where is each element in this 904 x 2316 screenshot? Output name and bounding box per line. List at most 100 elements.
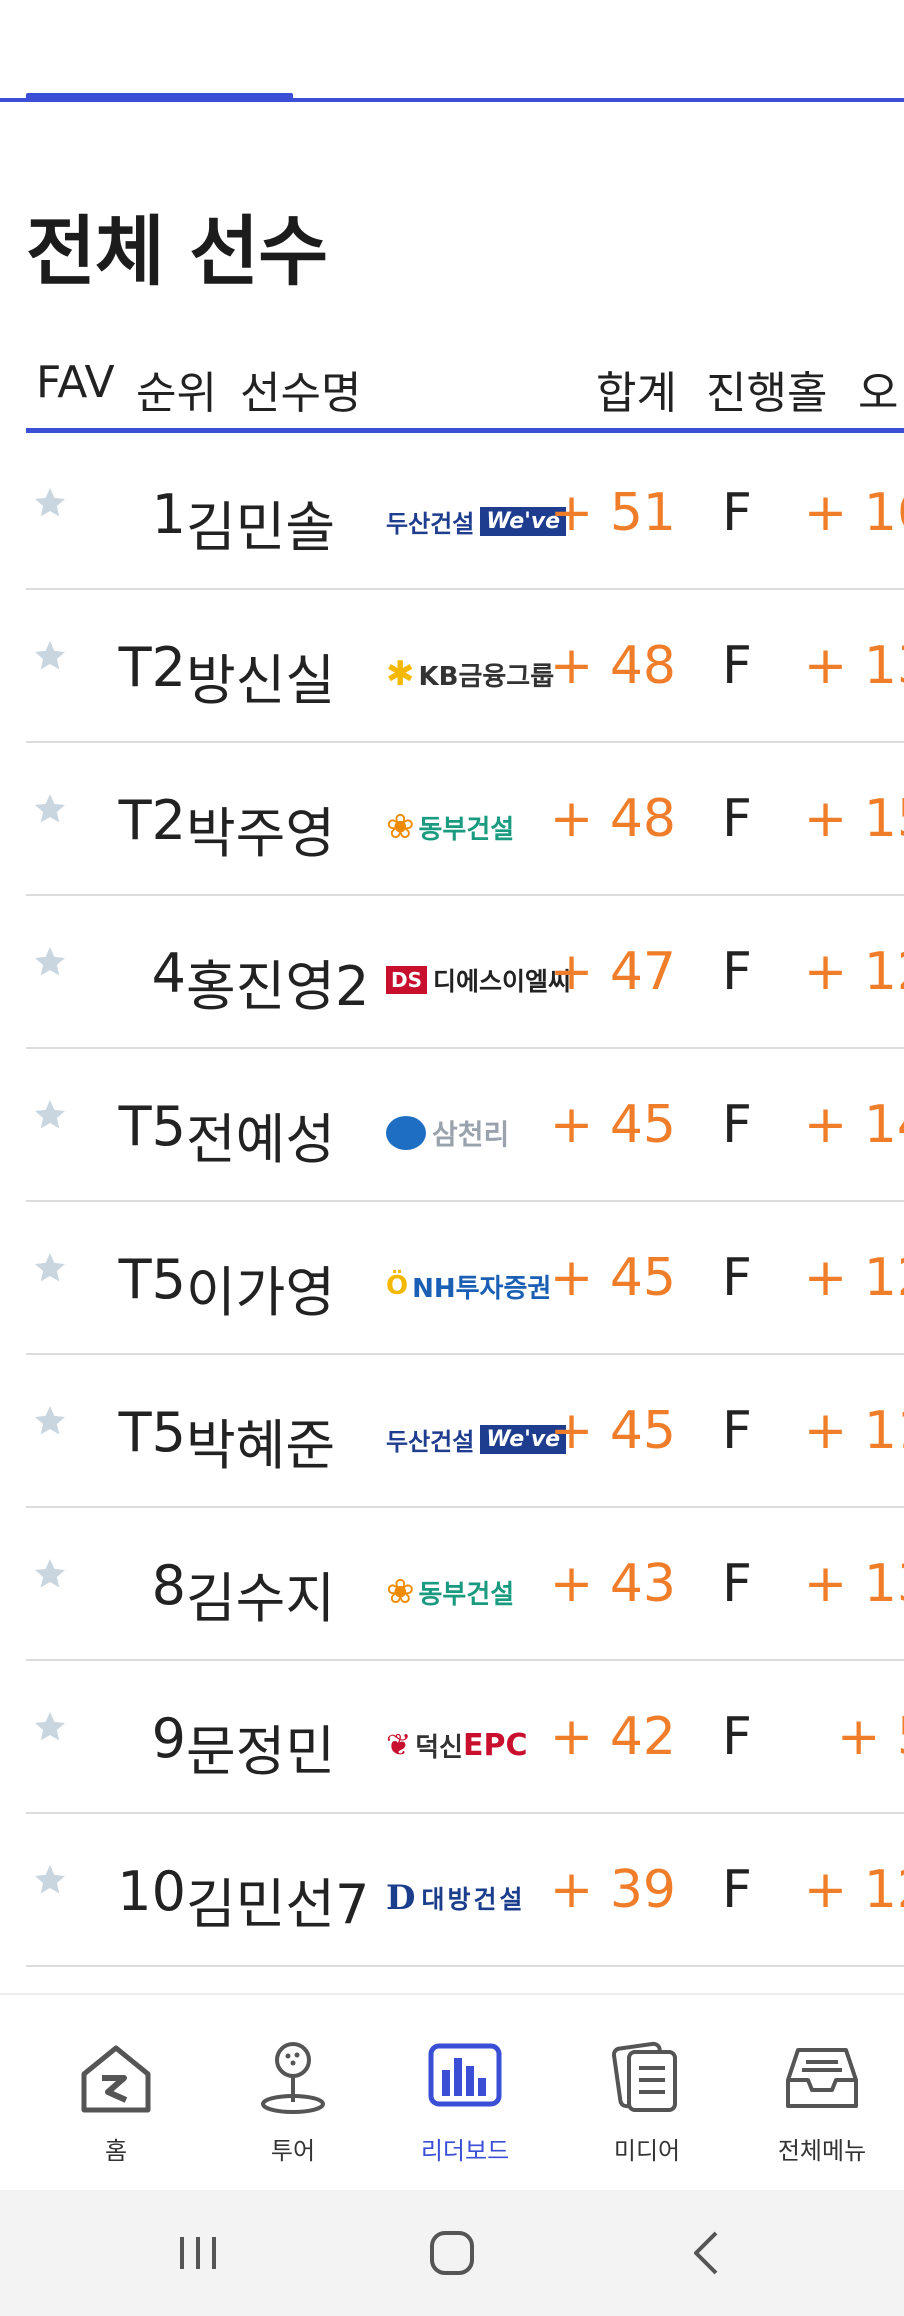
home-button-icon[interactable]	[422, 2223, 482, 2283]
leaderboard-header: FAV 순위 선수명 합계 진행홀 오	[26, 345, 904, 433]
today-score: + 16	[803, 483, 904, 543]
header-player: 선수명	[240, 368, 362, 419]
player-row[interactable]: 4 홍진영2 DS디에스이엘씨 + 47 F + 12	[26, 896, 904, 1049]
system-navigation-bar	[0, 2190, 904, 2316]
sponsor-logo-part: ✱	[386, 654, 415, 694]
player-rank: T5	[118, 1095, 186, 1158]
total-score: + 51	[549, 483, 676, 543]
header-rank: 순위	[136, 368, 217, 419]
player-row[interactable]: 9 문정민 ❦덕신EPC + 42 F + 5	[26, 1661, 904, 1814]
leaderboard-icon	[428, 2043, 502, 2107]
player-name[interactable]: 김민솔	[186, 483, 335, 562]
today-score: + 11	[803, 1401, 904, 1461]
header-total: 합계	[596, 368, 677, 419]
media-icon	[611, 2041, 677, 2112]
total-score: + 48	[549, 636, 676, 696]
top-tab-bar	[0, 0, 904, 104]
sponsor-logo-part: 두산건설	[386, 1427, 475, 1456]
today-score: + 5	[836, 1707, 904, 1767]
favorite-star-icon[interactable]	[32, 1403, 68, 1439]
nav-home[interactable]: 홈	[26, 1995, 206, 2192]
hole-progress: F	[722, 1707, 752, 1767]
hole-progress: F	[722, 942, 752, 1002]
player-name[interactable]: 박주영	[186, 789, 335, 868]
nav-leaderboard[interactable]: 리더보드	[375, 1995, 555, 2192]
today-score: + 14	[803, 1095, 904, 1155]
hole-progress: F	[722, 1860, 752, 1920]
player-row[interactable]: T5 이가영 ÖNH투자증권 + 45 F + 12	[26, 1202, 904, 1355]
player-name[interactable]: 전예성	[186, 1095, 335, 1174]
hole-progress: F	[722, 789, 752, 849]
sponsor-logo-part: 동부건설	[418, 1579, 515, 1610]
sponsor-logo-part	[386, 1116, 426, 1150]
sponsor-logo-part: EPC	[462, 1727, 528, 1763]
sponsor-logo-part: Ö	[386, 1271, 409, 1301]
player-row[interactable]: 1 김민솔 두산건설We've + 51 F + 16	[26, 437, 904, 590]
player-name[interactable]: 박혜준	[186, 1401, 335, 1480]
today-score: + 15	[803, 789, 904, 849]
today-score: + 12	[803, 1860, 904, 1920]
sponsor-logo-part: ❦	[386, 1727, 412, 1763]
sponsor-logo-part: KB금융그룹	[418, 661, 555, 692]
player-rank: T5	[118, 1248, 186, 1311]
favorite-star-icon[interactable]	[32, 791, 68, 827]
player-name[interactable]: 이가영	[186, 1248, 335, 1327]
favorite-star-icon[interactable]	[32, 1556, 68, 1592]
player-name[interactable]: 김민선7	[186, 1860, 369, 1939]
player-rank: 9	[151, 1707, 186, 1770]
sponsor-logo-part: 동부건설	[418, 814, 515, 845]
sponsor-logo-part: ❀	[386, 807, 415, 847]
sponsor-logo-part: DS	[386, 966, 428, 994]
header-fav: FAV	[36, 357, 115, 408]
player-row[interactable]: T5 박혜준 두산건설We've + 45 F + 11	[26, 1355, 904, 1508]
hole-progress: F	[722, 1248, 752, 1308]
player-name[interactable]: 문정민	[186, 1707, 335, 1786]
nav-media-label: 미디어	[613, 2137, 681, 2165]
sponsor-logo-part: D	[386, 1878, 416, 1918]
player-name[interactable]: 홍진영2	[186, 942, 369, 1021]
favorite-star-icon[interactable]	[32, 1862, 68, 1898]
recent-apps-icon[interactable]	[168, 2223, 228, 2283]
total-score: + 42	[549, 1707, 676, 1767]
tab-bar-divider	[0, 98, 904, 102]
page-title: 전체 선수	[26, 207, 328, 296]
player-rank: T5	[118, 1401, 186, 1464]
player-rank: 4	[151, 942, 186, 1005]
player-rank: 1	[151, 483, 186, 546]
bottom-navigation: 홈 투어 리더보드 미디어 전체메뉴	[0, 1993, 904, 2190]
player-row[interactable]: T5 전예성 삼천리 + 45 F + 14	[26, 1049, 904, 1202]
nav-media[interactable]: 미디어	[557, 1995, 737, 2192]
favorite-star-icon[interactable]	[32, 485, 68, 521]
player-name[interactable]: 방신실	[186, 636, 335, 715]
nav-tour-label: 투어	[270, 2137, 316, 2165]
today-score: + 12	[803, 1248, 904, 1308]
player-row[interactable]: 10 김민선7 D대방건설 + 39 F + 12	[26, 1814, 904, 1967]
sponsor-logo-part: 덕신	[415, 1732, 463, 1763]
total-score: + 45	[549, 1248, 676, 1308]
tour-icon	[261, 2042, 325, 2114]
leaderboard-list: 1 김민솔 두산건설We've + 51 F + 16 T2 방신실 ✱KB금융…	[26, 437, 904, 1967]
total-score: + 48	[549, 789, 676, 849]
nav-tour[interactable]: 투어	[203, 1995, 383, 2192]
favorite-star-icon[interactable]	[32, 944, 68, 980]
nav-home-label: 홈	[104, 2137, 128, 2165]
player-row[interactable]: T2 방신실 ✱KB금융그룹 + 48 F + 13	[26, 590, 904, 743]
total-score: + 47	[549, 942, 676, 1002]
total-score: + 39	[549, 1860, 676, 1920]
favorite-star-icon[interactable]	[32, 1097, 68, 1133]
hole-progress: F	[722, 483, 752, 543]
player-name[interactable]: 김수지	[186, 1554, 335, 1633]
favorite-star-icon[interactable]	[32, 1250, 68, 1286]
player-row[interactable]: 8 김수지 ❀동부건설 + 43 F + 13	[26, 1508, 904, 1661]
hole-progress: F	[722, 1095, 752, 1155]
today-score: + 13	[803, 636, 904, 696]
total-score: + 43	[549, 1554, 676, 1614]
hole-progress: F	[722, 636, 752, 696]
header-today: 오	[858, 368, 899, 419]
favorite-star-icon[interactable]	[32, 638, 68, 674]
player-row[interactable]: T2 박주영 ❀동부건설 + 48 F + 15	[26, 743, 904, 896]
favorite-star-icon[interactable]	[32, 1709, 68, 1745]
player-rank: T2	[118, 789, 186, 852]
back-icon[interactable]	[676, 2223, 736, 2283]
nav-all-menu[interactable]: 전체메뉴	[732, 1995, 904, 2192]
